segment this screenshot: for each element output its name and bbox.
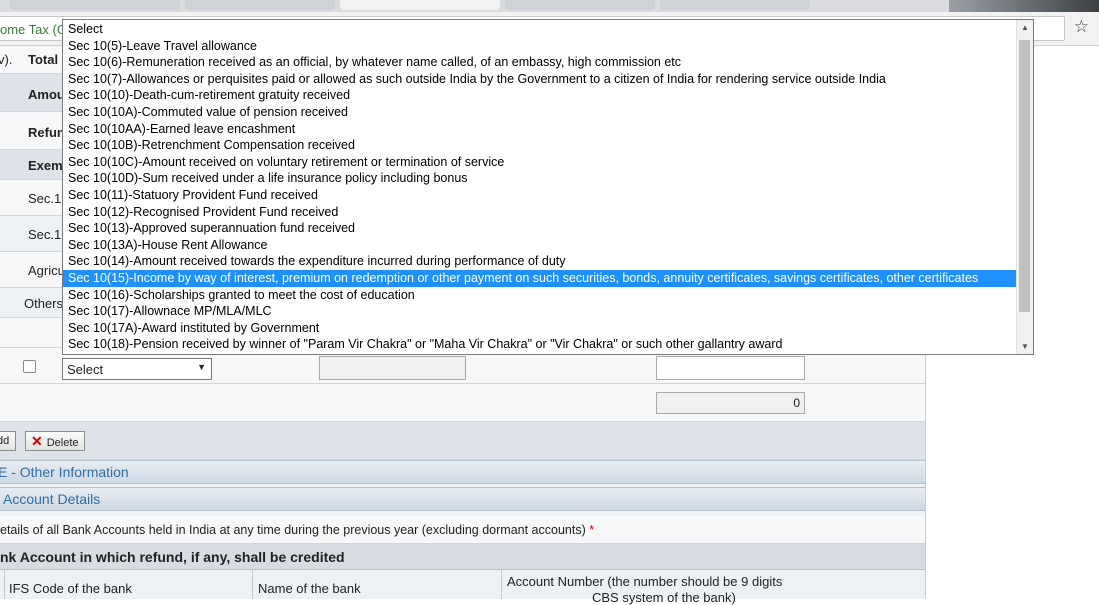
agriculture-label: Agricu [28,263,65,278]
url-text: ome Tax (G [0,22,67,37]
sec-label: Sec.1 [28,227,62,242]
select-value: Select [67,362,104,377]
column-header-account-number: Account Number (the number should be 9 d… [507,574,783,589]
browser-window-edge [949,0,1099,12]
dropdown-option-selected[interactable]: Sec 10(15)-Income by way of interest, pr… [63,269,1018,287]
column-header-bank-name: Name of the bank [258,581,361,596]
dropdown-option[interactable]: Sec 10(17)-Allownace MP/MLA/MLC [63,303,1018,320]
dropdown-option[interactable]: Sec 10(17A)-Award instituted by Governme… [63,320,1018,337]
browser-tab[interactable] [505,0,655,10]
section-title: Account Details [3,491,101,507]
dropdown-option[interactable]: Sec 10(16)-Scholarships granted to meet … [63,287,1018,304]
delete-x-icon: ✕ [31,433,43,449]
column-separator [4,570,5,599]
total-amount-field: 0 [656,392,805,414]
exempt-income-type-select[interactable]: Select ▼ [62,358,212,380]
scrollbar-thumb[interactable] [1019,40,1030,312]
section-title: E - Other Information [0,464,129,480]
refund-account-header: nk Account in which refund, if any, shal… [0,544,925,570]
dropdown-option[interactable]: Sec 10(10)-Death-cum-retirement gratuity… [63,87,1018,104]
scroll-up-icon[interactable]: ▲ [1021,23,1029,32]
refund-account-title: nk Account in which refund, if any, shal… [0,549,345,565]
description-field[interactable] [319,356,466,380]
dropdown-option[interactable]: Sec 10(13)-Approved superannuation fund … [63,220,1018,237]
section-header-other-information[interactable]: E - Other Information [0,460,925,484]
refund-label: Refun [28,125,65,140]
dropdown-option[interactable]: Sec 10(10A)-Commuted value of pension re… [63,104,1018,121]
dropdown-option[interactable]: Sec 10(10B)-Retrenchment Compensation re… [63,137,1018,154]
sec-label: Sec.1 [28,191,62,206]
bookmark-star-icon[interactable]: ☆ [1074,18,1089,35]
dropdown-option[interactable]: Sec 10(5)-Leave Travel allowance [63,38,1018,55]
bank-table-header: IFS Code of the bank Name of the bank Ac… [0,570,925,605]
dropdown-options: Select Sec 10(5)-Leave Travel allowance Se… [63,21,1018,353]
amount-label: Amou [28,87,65,102]
browser-tab[interactable] [10,0,180,10]
bank-accounts-note: etails of all Bank Accounts held in Indi… [0,516,925,544]
column-separator [501,570,502,599]
row-checkbox[interactable] [23,360,36,373]
dropdown-option[interactable]: Select [63,21,1018,38]
browser-tab[interactable] [185,0,335,10]
browser-tab-active[interactable] [340,0,500,10]
others-label: Others [24,296,64,311]
column-header-account-number-cont: CBS system of the bank) [592,590,736,605]
row-action-buttons: dd ✕ Delete [0,422,925,460]
dropdown-option[interactable]: Sec 10(13A)-House Rent Allowance [63,237,1018,254]
dropdown-option[interactable]: Sec 10(18)-Pension received by winner of… [63,336,1018,353]
dropdown-option[interactable]: Sec 10(11)-Statuory Provident Fund recei… [63,187,1018,204]
total-row: 0 [0,384,925,422]
chevron-down-icon: ▼ [197,362,206,372]
delete-label: Delete [46,437,79,449]
browser-tab[interactable] [660,0,810,10]
dropdown-option[interactable]: Sec 10(12)-Recognised Provident Fund rec… [63,204,1018,221]
required-mark: * [589,523,595,537]
dropdown-scrollbar[interactable]: ▲ ▼ [1016,20,1033,354]
browser-tab-strip [0,0,1099,12]
bank-note-text: etails of all Bank Accounts held in Indi… [0,523,586,537]
dropdown-option[interactable]: Sec 10(10AA)-Earned leave encashment [63,121,1018,138]
add-button[interactable]: dd [0,431,16,451]
dropdown-option[interactable]: Sec 10(10D)-Sum received under a life in… [63,170,1018,187]
dropdown-option[interactable]: Sec 10(6)-Remuneration received as an of… [63,54,1018,71]
exempt-income-dropdown-list[interactable]: Select Sec 10(5)-Leave Travel allowance Se… [62,19,1034,355]
exempt-label: Exem [28,158,63,173]
amount-input[interactable] [656,356,805,380]
dropdown-option[interactable]: Sec 10(10C)-Amount received on voluntary… [63,154,1018,171]
scroll-down-icon[interactable]: ▼ [1021,342,1029,351]
column-separator [252,570,253,599]
dropdown-option[interactable]: Sec 10(14)-Amount received towards the e… [63,253,1018,270]
column-header-ifs-code: IFS Code of the bank [9,581,132,596]
delete-button[interactable]: ✕ Delete [25,431,85,451]
total-label: Total [28,52,59,67]
dropdown-option[interactable]: Sec 10(7)-Allowances or perquisites paid… [63,71,1018,88]
section-header-account-details[interactable]: Account Details [0,487,925,511]
header-fragment: v). [0,52,13,67]
